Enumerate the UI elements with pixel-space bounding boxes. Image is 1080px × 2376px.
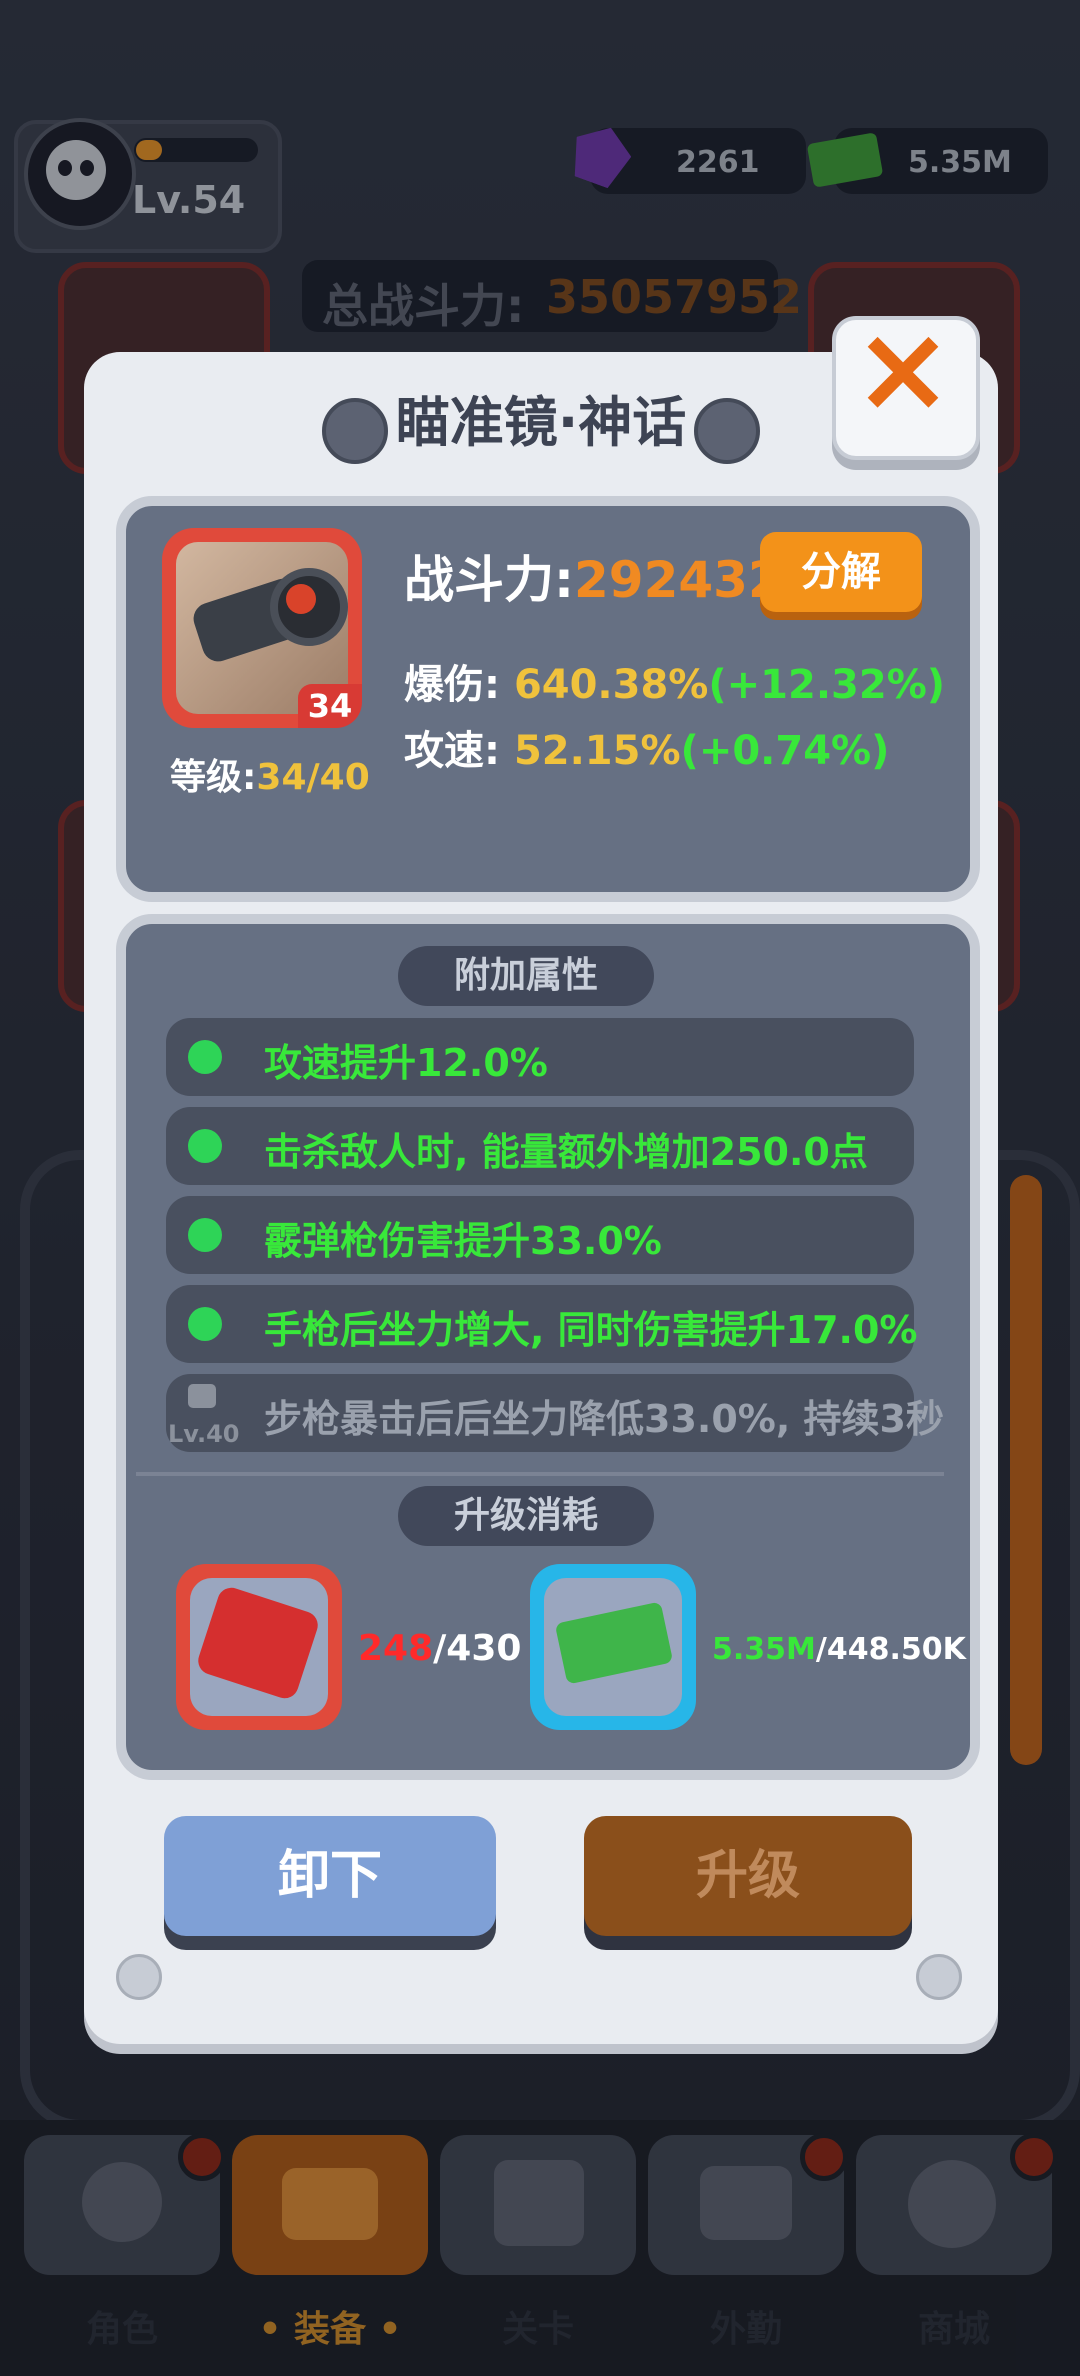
unlock-level: Lv.40 [168, 1420, 240, 1448]
stat-value: 640.38% [513, 662, 709, 708]
attribute-text: 攻速提升12.0% [264, 1041, 548, 1085]
stat-value: 52.15% [513, 728, 681, 774]
attribute-row: 手枪后坐力增大, 同时伤害提升17.0% [166, 1285, 918, 1363]
decompose-button[interactable]: 分解 [760, 532, 922, 612]
item-level-value: 34/40 [256, 757, 370, 798]
stat-bonus: (+0.74%) [680, 728, 890, 774]
lock-icon [188, 1384, 216, 1408]
item-power: 战斗力:2924328 [404, 540, 760, 610]
attribute-row: 霰弹枪伤害提升33.0% [166, 1196, 914, 1274]
item-power-label: 战斗力: [404, 551, 574, 609]
attribute-text: 击杀敌人时, 能量额外增加250.0点 [264, 1130, 868, 1174]
material-cost: 248/430 [358, 1628, 521, 1669]
upgrade-cost-title: 升级消耗 [398, 1486, 654, 1546]
unequip-button[interactable]: 卸下 [164, 1816, 496, 1936]
bolt-icon [116, 1954, 162, 2000]
close-icon: × [852, 300, 954, 439]
stat-crit-damage: 爆伤: 640.38%(+12.32%) [404, 652, 945, 710]
attribute-active-dot [188, 1307, 222, 1341]
attribute-row: 攻速提升12.0% [166, 1018, 914, 1096]
attribute-text: 霰弹枪伤害提升33.0% [264, 1219, 662, 1263]
item-level-label: 等级: [170, 757, 257, 798]
attribute-text: 手枪后坐力增大, 同时伤害提升17.0% [264, 1308, 918, 1352]
attribute-active-dot [188, 1129, 222, 1163]
bolt-icon [916, 1954, 962, 2000]
section-divider [136, 1472, 944, 1476]
cash-have: 5.35M [712, 1632, 816, 1667]
attribute-row: 击杀敌人时, 能量额外增加250.0点 [166, 1107, 914, 1185]
item-level-badge: 34 [298, 684, 362, 728]
material-have: 248 [358, 1628, 434, 1669]
attribute-active-dot [188, 1218, 222, 1252]
stat-bonus: (+12.32%) [708, 662, 946, 708]
stat-label: 攻速: [404, 728, 500, 774]
item-power-value: 2924328 [574, 551, 760, 609]
attribute-active-dot [188, 1040, 222, 1074]
stat-attack-speed: 攻速: 52.15%(+0.74%) [404, 718, 889, 776]
material-need: /430 [433, 1628, 522, 1669]
attribute-text: 步枪暴击后后坐力降低33.0%, 持续3秒 [264, 1397, 944, 1441]
upgrade-button[interactable]: 升级 [584, 1816, 912, 1936]
cash-cost: 5.35M/448.50K [712, 1632, 966, 1667]
extra-attributes-title: 附加属性 [398, 946, 654, 1006]
cash-need: /448.50K [815, 1632, 966, 1667]
item-level: 等级:34/40 [170, 748, 370, 800]
stat-label: 爆伤: [404, 662, 500, 708]
attribute-row-locked: Lv.40 步枪暴击后后坐力降低33.0%, 持续3秒 [166, 1374, 944, 1452]
scope-lens-glow [286, 584, 316, 614]
